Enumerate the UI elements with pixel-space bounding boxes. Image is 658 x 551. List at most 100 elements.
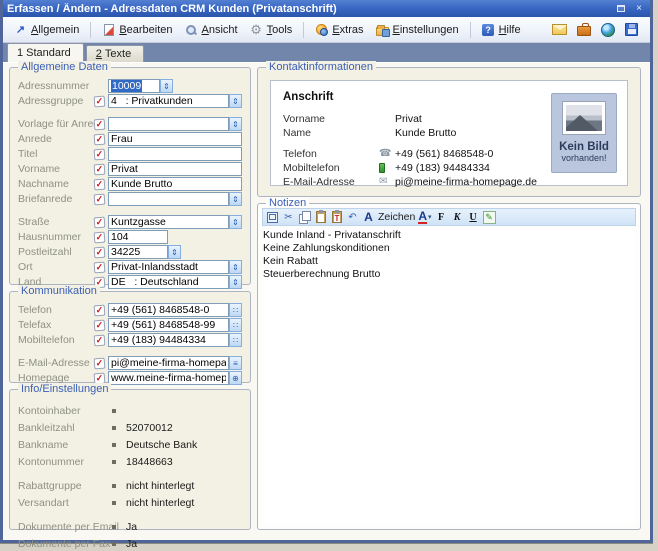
envelope-icon: ✉ (379, 176, 395, 187)
contact-vorname-label: Vorname (283, 113, 379, 125)
notes-toolbar: ✂ T ↶ A Zeichen A ▾ F K U ✎ (262, 208, 636, 226)
ort-dropdown[interactable]: ⇕ (229, 260, 242, 274)
menu-extras[interactable]: Extras (310, 21, 368, 38)
adressnummer-label: Adressnummer (18, 80, 94, 92)
adressgruppe-dropdown[interactable]: ⇕ (229, 94, 242, 108)
underline-button[interactable]: U (467, 210, 480, 224)
briefcase-button[interactable] (575, 22, 592, 37)
nachname-input[interactable] (108, 177, 242, 191)
open-homepage-button[interactable]: ⊕ (229, 371, 242, 385)
hausnummer-input[interactable] (108, 230, 168, 244)
adressnummer-input[interactable]: 10009 (108, 79, 160, 93)
email-input[interactable] (108, 356, 229, 370)
briefanrede-dropdown[interactable]: ⇕ (229, 192, 242, 206)
paste-button[interactable] (314, 210, 327, 224)
dial-mobil-button[interactable]: ∷ (229, 333, 242, 347)
tab-standard[interactable]: 1Standard (7, 43, 84, 62)
send-email-button[interactable]: ≡ (229, 356, 242, 370)
check-icon[interactable]: ✓ (94, 148, 106, 160)
adressgruppe-label: Adressgruppe (18, 95, 94, 107)
menu-tools[interactable]: ⚙ Tools (245, 21, 298, 38)
contact-telefon-label: Telefon (283, 148, 379, 160)
check-icon[interactable]: ✓ (94, 334, 106, 346)
dial-telefon-button[interactable]: ∷ (229, 303, 242, 317)
italic-button[interactable]: K (451, 210, 464, 224)
homepage-input[interactable] (108, 371, 229, 385)
vorname-input[interactable] (108, 162, 242, 176)
vorlage-input[interactable] (108, 117, 229, 131)
edit-note-button[interactable]: ✎ (483, 210, 496, 224)
menu-label-ansicht: Ansicht (202, 24, 238, 36)
title-bar[interactable]: Erfassen / Ändern - Adressdaten CRM Kund… (3, 0, 650, 17)
group-info-einstellungen: Info/Einstellungen Kontoinhaber Bankleit… (9, 389, 251, 530)
paste-text-button[interactable]: T (330, 210, 343, 224)
titel-input[interactable] (108, 147, 242, 161)
vorlage-dropdown[interactable]: ⇕ (229, 117, 242, 131)
dial-telefax-button[interactable]: ∷ (229, 318, 242, 332)
check-icon[interactable]: ✓ (94, 95, 106, 107)
font-button[interactable]: A (362, 210, 375, 224)
bullet-icon (112, 409, 116, 413)
strasse-row: Straße ✓ ⇕ (18, 215, 242, 229)
adressnummer-row: Adressnummer 10009 ⇕ (18, 79, 242, 93)
expand-button[interactable] (266, 210, 279, 224)
undo-button[interactable]: ↶ (346, 210, 359, 224)
maximize-button[interactable] (614, 3, 628, 15)
postleitzahl-spinner[interactable]: ⇕ (168, 245, 181, 259)
save-icon (625, 23, 638, 36)
land-dropdown[interactable]: ⇕ (229, 275, 242, 289)
tab-texte[interactable]: 2Texte (86, 45, 144, 62)
check-icon[interactable]: ✓ (94, 133, 106, 145)
notes-textarea[interactable]: Kunde Inland - Privatanschrift Keine Zah… (263, 229, 635, 525)
check-icon[interactable]: ✓ (94, 319, 106, 331)
save-button[interactable] (623, 22, 640, 37)
group-title: Allgemeine Daten (18, 61, 111, 73)
nachname-label: Nachname (18, 178, 94, 190)
anrede-row: Anrede ✓ (18, 132, 242, 146)
menu-bearbeiten[interactable]: Bearbeiten (97, 21, 177, 38)
check-icon[interactable]: ✓ (94, 261, 106, 273)
telefon-input[interactable] (108, 303, 229, 317)
adressnummer-spinner[interactable]: ⇕ (160, 79, 173, 93)
postleitzahl-input[interactable] (108, 245, 168, 259)
check-icon[interactable]: ✓ (94, 163, 106, 175)
contact-email-value: pi@meine-firma-homepage.de (395, 176, 537, 188)
contact-card-button[interactable] (551, 22, 568, 37)
check-icon[interactable]: ✓ (94, 304, 106, 316)
cut-button[interactable]: ✂ (282, 210, 295, 224)
check-icon[interactable]: ✓ (94, 178, 106, 190)
menu-einstellungen[interactable]: Einstellungen (371, 21, 464, 38)
land-input[interactable] (108, 275, 229, 289)
check-icon[interactable]: ✓ (94, 231, 106, 243)
font-color-button[interactable]: A ▾ (418, 210, 431, 224)
anrede-input[interactable] (108, 132, 242, 146)
menu-allgemein[interactable]: ↗ Allgemein (9, 21, 84, 38)
menu-hilfe[interactable]: ? Hilfe (477, 21, 526, 38)
strasse-dropdown[interactable]: ⇕ (229, 215, 242, 229)
adressgruppe-row: Adressgruppe ✓ ⇕ (18, 94, 242, 108)
strasse-input[interactable] (108, 215, 229, 229)
extras-icon (315, 23, 328, 36)
telefax-input[interactable] (108, 318, 229, 332)
group-allgemeine-daten: Allgemeine Daten Adressnummer 10009 ⇕ Ad… (9, 67, 251, 285)
copy-button[interactable] (298, 210, 311, 224)
ort-input[interactable] (108, 260, 229, 274)
adressgruppe-input[interactable] (108, 94, 229, 108)
note-line: Kunde Inland - Privatanschrift (263, 229, 635, 242)
bankname-label: Bankname (18, 439, 110, 451)
check-icon[interactable]: ✓ (94, 118, 106, 130)
mobiltelefon-input[interactable] (108, 333, 229, 347)
contact-telefon-value: +49 (561) 8468548-0 (395, 148, 493, 160)
no-image-placeholder: Kein Bild vorhanden! (551, 93, 617, 173)
check-icon[interactable]: ✓ (94, 193, 106, 205)
globe-button[interactable] (599, 22, 616, 37)
briefanrede-input[interactable] (108, 192, 229, 206)
bold-button[interactable]: F (435, 210, 448, 224)
close-button[interactable]: × (632, 3, 646, 15)
check-icon[interactable]: ✓ (94, 246, 106, 258)
contact-telefon-row: Telefon ☎ +49 (561) 8468548-0 (283, 147, 553, 160)
check-icon[interactable]: ✓ (94, 357, 106, 369)
email-label: E-Mail-Adresse (18, 357, 94, 369)
check-icon[interactable]: ✓ (94, 216, 106, 228)
menu-ansicht[interactable]: Ansicht (180, 21, 243, 38)
